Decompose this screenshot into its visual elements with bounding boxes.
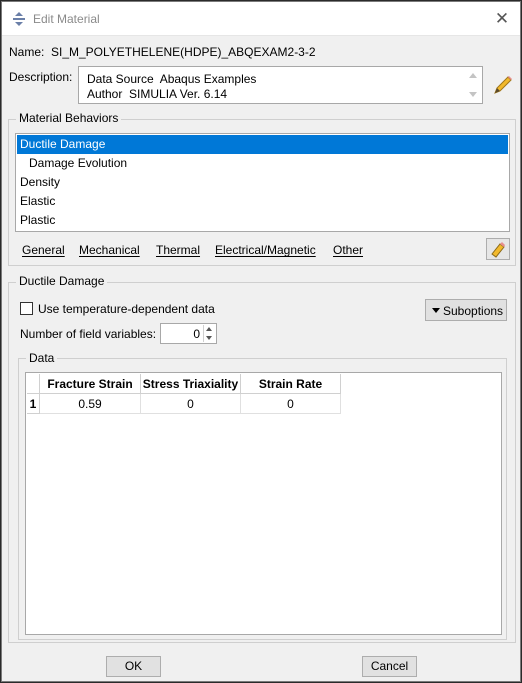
description-line: Data Source Abaqus Examples xyxy=(87,72,257,86)
data-table[interactable]: Fracture Strain Stress Triaxiality Strai… xyxy=(25,372,502,635)
column-header-stress-triaxiality[interactable]: Stress Triaxiality xyxy=(141,374,241,394)
menu-other[interactable]: Other xyxy=(333,243,363,257)
list-item-density[interactable]: Density xyxy=(17,173,508,192)
menu-thermal[interactable]: Thermal xyxy=(156,243,200,257)
title-bar[interactable]: Edit Material ✕ xyxy=(2,2,520,36)
list-item-ductile-damage[interactable]: Ductile Damage xyxy=(17,135,508,154)
list-item-plastic[interactable]: Plastic xyxy=(17,211,508,230)
clear-button[interactable] xyxy=(486,238,510,260)
stepper-buttons[interactable] xyxy=(203,325,215,342)
behaviors-list[interactable]: Ductile Damage Damage Evolution Density … xyxy=(15,133,510,232)
row-header[interactable]: 1 xyxy=(27,394,40,414)
menu-electrical-magnetic[interactable]: Electrical/Magnetic xyxy=(215,243,316,257)
description-scrollbar[interactable] xyxy=(468,69,480,101)
pencil-icon[interactable] xyxy=(491,73,513,97)
move-arrows-icon xyxy=(13,12,25,26)
scroll-up-icon[interactable] xyxy=(469,73,477,78)
description-label: Description: xyxy=(9,70,73,84)
close-icon[interactable]: ✕ xyxy=(490,7,514,31)
field-variables-stepper[interactable]: 0 xyxy=(160,323,217,344)
menu-general[interactable]: General xyxy=(22,243,65,257)
table-cell-fracture-strain[interactable]: 0.59 xyxy=(40,394,141,414)
temperature-dependent-label: Use temperature-dependent data xyxy=(38,302,215,316)
suboptions-label: Suboptions xyxy=(443,304,504,318)
description-line: Author SIMULIA Ver. 6.14 xyxy=(87,87,228,101)
menu-mechanical[interactable]: Mechanical xyxy=(79,243,140,257)
increment-icon[interactable] xyxy=(206,327,212,331)
temperature-dependent-checkbox[interactable] xyxy=(20,302,33,315)
list-item-damage-evolution[interactable]: Damage Evolution xyxy=(17,154,508,173)
list-item-elastic[interactable]: Elastic xyxy=(17,192,508,211)
name-label: Name: xyxy=(9,45,45,59)
decrement-icon[interactable] xyxy=(206,336,212,340)
table-cell-stress-triaxiality[interactable]: 0 xyxy=(141,394,241,414)
scroll-down-icon[interactable] xyxy=(469,92,477,97)
cancel-button[interactable]: Cancel xyxy=(362,656,417,677)
eraser-icon xyxy=(491,242,505,258)
data-title: Data xyxy=(26,351,58,365)
field-variables-value: 0 xyxy=(193,327,200,341)
dropdown-arrow-icon xyxy=(432,308,440,313)
ok-button[interactable]: OK xyxy=(106,656,161,677)
material-name: SI_M_POLYETHELENE(HDPE)_ABQEXAM2-3-2 xyxy=(51,45,316,59)
table-cell-strain-rate[interactable]: 0 xyxy=(241,394,341,414)
material-behaviors-title: Material Behaviors xyxy=(16,111,122,125)
field-variables-label: Number of field variables: xyxy=(20,327,157,341)
column-header-fracture-strain[interactable]: Fracture Strain xyxy=(40,374,141,394)
suboptions-button[interactable]: Suboptions xyxy=(425,299,507,321)
table-corner xyxy=(27,374,40,394)
description-field[interactable]: Data Source Abaqus Examples Author SIMUL… xyxy=(78,66,483,104)
edit-material-dialog: Edit Material ✕ Name: SI_M_POLYETHELENE(… xyxy=(1,1,521,682)
window-title: Edit Material xyxy=(33,12,100,26)
column-header-strain-rate[interactable]: Strain Rate xyxy=(241,374,341,394)
ductile-damage-title: Ductile Damage xyxy=(16,274,108,288)
